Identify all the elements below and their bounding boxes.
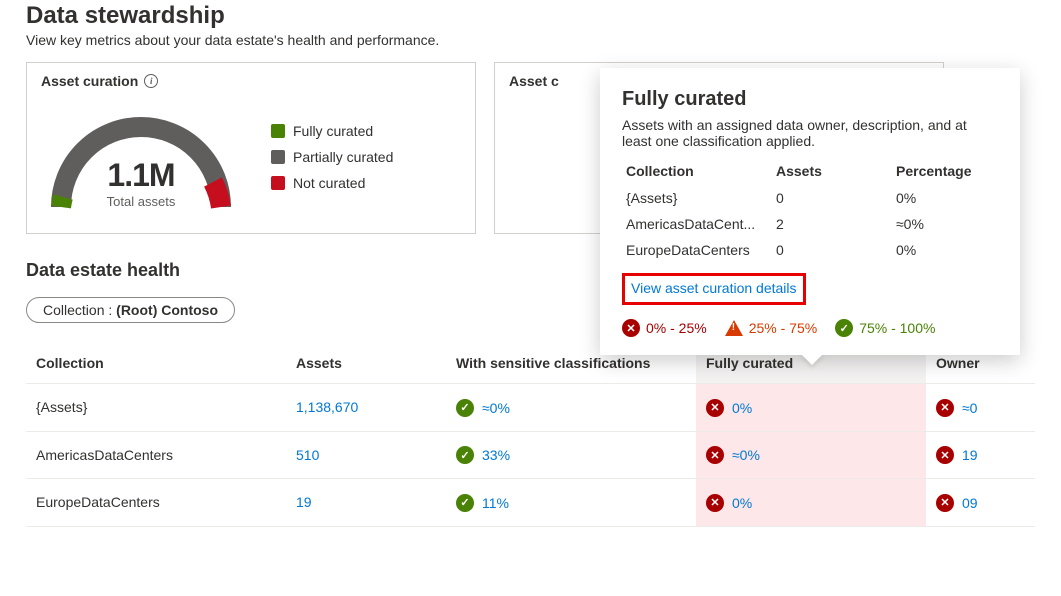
cell-sensitive[interactable]: ✓≈0%	[446, 384, 696, 432]
cell-collection: {Assets}	[26, 384, 286, 432]
popover-title: Fully curated	[622, 88, 998, 111]
popover-table: Collection Assets Percentage {Assets}00%…	[622, 159, 998, 263]
col-assets[interactable]: Assets	[286, 343, 446, 384]
cell-percentage: ≈0%	[892, 211, 998, 237]
legend-partial: Partially curated	[293, 149, 393, 165]
cell-owner[interactable]: ✕19	[926, 431, 1035, 479]
cell-assets[interactable]: 510	[286, 431, 446, 479]
cell-owner[interactable]: ✕09	[926, 479, 1035, 527]
cell-collection: EuropeDataCenters	[26, 479, 286, 527]
cross-icon: ✕	[706, 399, 724, 417]
cross-icon: ✕	[936, 446, 954, 464]
filter-label: Collection :	[43, 302, 116, 318]
cell-assets[interactable]: 1,138,670	[286, 384, 446, 432]
cross-icon: ✕	[706, 494, 724, 512]
cell-assets: 2	[772, 211, 892, 237]
cell-collection: AmericasDataCenters	[26, 431, 286, 479]
cell-assets: 0	[772, 185, 892, 211]
card-title-text: Asset curation	[41, 73, 138, 89]
legend-fully: Fully curated	[293, 123, 373, 139]
cross-icon: ✕	[936, 399, 954, 417]
health-table: Collection Assets With sensitive classif…	[26, 343, 1035, 527]
filter-value: (Root) Contoso	[116, 302, 218, 318]
check-icon: ✓	[456, 494, 474, 512]
pop-col-assets: Assets	[772, 159, 892, 185]
cell-sensitive[interactable]: ✓11%	[446, 479, 696, 527]
cell-sensitive[interactable]: ✓33%	[446, 431, 696, 479]
scale-mid: 25% - 75%	[749, 320, 817, 336]
table-row: EuropeDataCenters19✓11%✕0%✕09	[26, 479, 1035, 527]
swatch-partial	[271, 150, 285, 164]
cell-percentage: 0%	[892, 185, 998, 211]
scale-low: 0% - 25%	[646, 320, 707, 336]
cell-collection: EuropeDataCenters	[622, 237, 772, 263]
cell-collection: {Assets}	[622, 185, 772, 211]
curation-gauge: 1.1M Total assets	[41, 97, 241, 217]
cell-assets[interactable]: 19	[286, 479, 446, 527]
scale-high: 75% - 100%	[859, 320, 935, 336]
cell-fully[interactable]: ✕0%	[696, 384, 926, 432]
warning-icon	[725, 320, 743, 336]
pop-col-collection: Collection	[622, 159, 772, 185]
cell-assets: 0	[772, 237, 892, 263]
page-title: Data stewardship	[26, 2, 1035, 30]
collection-filter-pill[interactable]: Collection : (Root) Contoso	[26, 297, 235, 323]
cell-collection: AmericasDataCent...	[622, 211, 772, 237]
swatch-not	[271, 176, 285, 190]
gauge-legend: Fully curated Partially curated Not cura…	[271, 123, 393, 191]
gauge-total-value: 1.1M	[41, 157, 241, 194]
check-icon: ✓	[456, 446, 474, 464]
check-icon: ✓	[456, 399, 474, 417]
cross-icon: ✕	[936, 494, 954, 512]
cell-percentage: 0%	[892, 237, 998, 263]
check-icon: ✓	[835, 319, 853, 337]
swatch-fully	[271, 124, 285, 138]
gauge-total-label: Total assets	[41, 194, 241, 209]
cell-fully[interactable]: ✕0%	[696, 479, 926, 527]
table-row: EuropeDataCenters00%	[622, 237, 998, 263]
table-row: AmericasDataCenters510✓33%✕≈0%✕19	[26, 431, 1035, 479]
pop-col-percentage: Percentage	[892, 159, 998, 185]
table-row: {Assets}00%	[622, 185, 998, 211]
cell-owner[interactable]: ✕≈0	[926, 384, 1035, 432]
info-icon[interactable]: i	[144, 74, 158, 88]
asset-curation-card: Asset curation i 1.1M Total assets	[26, 62, 476, 234]
legend-not: Not curated	[293, 175, 365, 191]
view-details-link[interactable]: View asset curation details	[631, 280, 797, 296]
second-card-title: Asset c	[509, 73, 559, 89]
cell-fully[interactable]: ✕≈0%	[696, 431, 926, 479]
color-scale-legend: ✕ 0% - 25% 25% - 75% ✓ 75% - 100%	[622, 319, 998, 337]
cross-icon: ✕	[622, 319, 640, 337]
popover-desc: Assets with an assigned data owner, desc…	[622, 117, 998, 149]
fully-curated-popover: Fully curated Assets with an assigned da…	[600, 68, 1020, 355]
table-row: {Assets}1,138,670✓≈0%✕0%✕≈0	[26, 384, 1035, 432]
table-row: AmericasDataCent...2≈0%	[622, 211, 998, 237]
page-subtitle: View key metrics about your data estate'…	[26, 32, 1035, 48]
popover-arrow	[800, 353, 824, 365]
col-collection[interactable]: Collection	[26, 343, 286, 384]
highlight-annotation: View asset curation details	[622, 273, 806, 305]
cross-icon: ✕	[706, 446, 724, 464]
